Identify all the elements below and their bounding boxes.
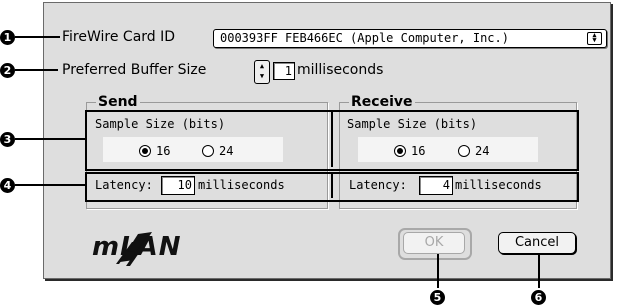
receive-radio-16[interactable] [394,145,406,157]
send-sample-size-box [103,137,283,162]
ok-button[interactable]: OK [403,232,465,254]
callout-2-line [15,69,58,71]
send-radio-16[interactable] [139,145,151,157]
callout-5: 5 [430,290,445,305]
callout-1-line [15,36,60,38]
callout-5-line [437,254,439,288]
send-radio-24-label: 24 [219,144,234,158]
buffer-size-label: Preferred Buffer Size [62,62,207,78]
up-down-stepper-icon: ▲ ▼ [259,62,265,80]
firewire-card-select[interactable]: 000393FF FEB466EC (Apple Computer, Inc.)… [213,29,607,48]
send-latency-label: Latency: [95,178,153,192]
send-radio-16-label: 16 [156,144,171,158]
sample-size-divider [331,112,333,167]
callout-6-line [538,254,540,288]
buffer-size-input[interactable]: 1 [273,62,295,80]
send-group-title: Send [96,94,140,110]
receive-latency-unit: milliseconds [455,178,542,192]
firewire-card-id-label: FireWire Card ID [62,29,176,45]
callout-1: 1 [0,30,15,45]
callout-4: 4 [0,178,15,193]
receive-group-title: Receive [349,94,415,110]
up-down-arrows-icon: ▲ ▼ [587,32,602,45]
receive-radio-24[interactable] [458,145,470,157]
send-latency-unit: milliseconds [198,178,285,192]
receive-latency-label: Latency: [349,178,407,192]
callout-3: 3 [0,132,15,147]
mlan-logo: mLAN [90,222,230,268]
firewire-card-value: 000393FF FEB466EC (Apple Computer, Inc.) [220,31,509,45]
callout-3-line [15,138,85,140]
receive-sample-size-box [358,137,538,162]
buffer-size-unit: milliseconds [297,62,384,78]
receive-sample-size-label: Sample Size (bits) [347,117,478,131]
buffer-size-stepper[interactable]: ▲ ▼ [254,60,270,84]
send-radio-24[interactable] [202,145,214,157]
receive-latency-input[interactable]: 4 [419,176,453,195]
cancel-button[interactable]: Cancel [498,232,576,254]
mlan-logo-text: mLAN [92,232,182,262]
receive-radio-24-label: 24 [475,144,490,158]
receive-radio-16-label: 16 [411,144,426,158]
callout-6: 6 [531,290,546,305]
latency-divider [331,174,333,198]
send-latency-input[interactable]: 10 [161,176,195,195]
callout-4-line [15,184,85,186]
callout-2: 2 [0,63,15,78]
send-sample-size-label: Sample Size (bits) [95,117,226,131]
